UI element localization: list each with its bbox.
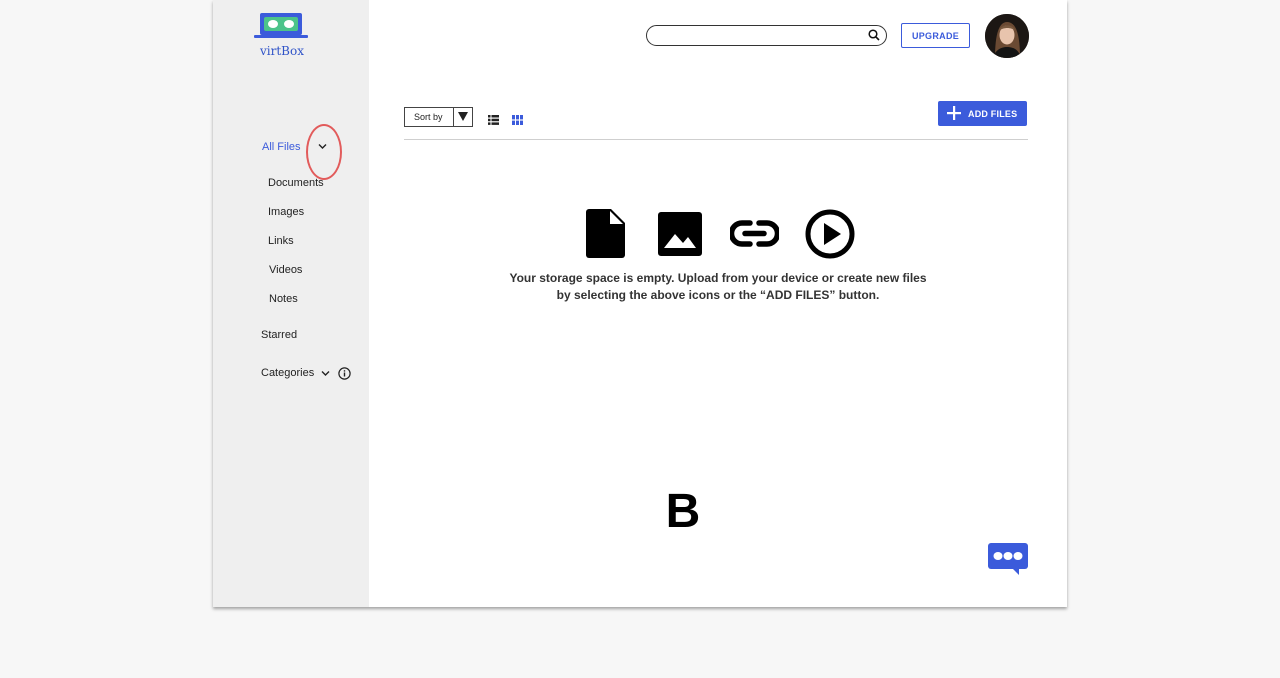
chat-icon[interactable] [988,543,1028,575]
sidebar-item-categories[interactable]: Categories [261,367,314,379]
search-input[interactable] [646,25,887,46]
info-icon[interactable] [338,367,351,380]
sidebar-item-starred[interactable]: Starred [261,329,297,341]
empty-state-line-2: by selecting the above icons or the “ADD… [556,288,880,302]
empty-state-line-1: Your storage space is empty. Upload from… [509,271,927,285]
search-icon[interactable] [868,29,880,41]
empty-state-message: Your storage space is empty. Upload from… [503,270,933,304]
app-window: virtBox All Files Documents Images Links… [213,0,1067,607]
sidebar: virtBox All Files Documents Images Links… [213,0,369,607]
logo-icon[interactable] [254,12,308,40]
sidebar-item-documents[interactable]: Documents [268,177,324,189]
document-icon[interactable] [586,209,625,258]
sort-dropdown-arrow[interactable] [453,108,472,126]
sidebar-item-images[interactable]: Images [268,206,304,218]
play-icon[interactable] [805,209,855,259]
plus-icon [947,106,961,120]
link-icon[interactable] [730,219,779,248]
add-files-label: ADD FILES [968,109,1018,119]
app-name: virtBox [260,44,304,58]
sidebar-item-notes[interactable]: Notes [269,293,298,305]
toolbar-divider [404,139,1028,140]
grid-view-icon[interactable] [512,115,523,125]
overlay-letter: B [665,485,701,538]
avatar[interactable] [985,14,1029,58]
annotation-circle [306,124,342,180]
image-icon[interactable] [658,212,702,256]
caret-down-icon [458,112,468,121]
sidebar-item-all-files[interactable]: All Files [262,141,301,153]
chevron-down-icon[interactable] [321,370,330,377]
sort-label: Sort by [414,112,443,122]
add-files-button[interactable]: ADD FILES [938,101,1027,126]
sort-dropdown[interactable]: Sort by [404,107,473,127]
list-view-icon[interactable] [488,115,499,125]
sidebar-item-links[interactable]: Links [268,235,294,247]
upgrade-button[interactable]: UPGRADE [901,23,970,48]
sidebar-item-videos[interactable]: Videos [269,264,302,276]
